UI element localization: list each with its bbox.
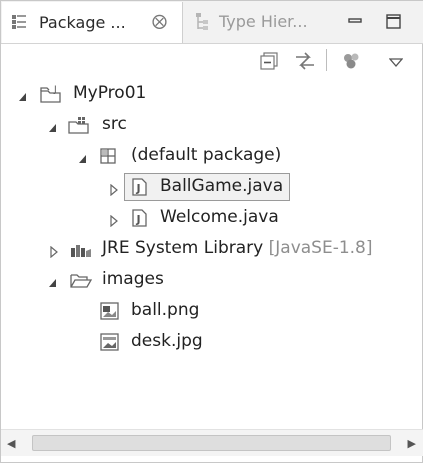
- tree-node-file[interactable]: J Welcome.java: [1, 203, 423, 233]
- jre-library-label: JRE System Library [JavaSE-1.8]: [102, 238, 373, 258]
- svg-text:J: J: [136, 213, 141, 226]
- tree-node-images-folder[interactable]: images: [1, 265, 423, 295]
- image-file-label: desk.jpg: [131, 331, 203, 351]
- svg-text:J: J: [136, 182, 141, 195]
- tree-node-src[interactable]: src: [1, 110, 423, 140]
- close-tab-icon[interactable]: ⨂: [152, 12, 167, 30]
- file-label: Welcome.java: [160, 207, 279, 227]
- jre-version-decoration: [JavaSE-1.8]: [268, 238, 373, 258]
- default-package-label: (default package): [131, 145, 282, 165]
- expanded-arrow-icon[interactable]: [48, 119, 58, 132]
- horizontal-scrollbar[interactable]: ◀ ▶: [1, 429, 423, 456]
- jre-library-name: JRE System Library: [102, 238, 264, 258]
- tab-type-hierarchy-label: Type Hier...: [219, 12, 308, 31]
- image-file-label: ball.png: [131, 300, 200, 320]
- tree-node-project[interactable]: J MyPro01: [1, 79, 423, 109]
- tree-node-image-file[interactable]: ball.png: [1, 296, 423, 326]
- view-tab-strip: Package ... ⨂ Type Hier...: [1, 1, 423, 44]
- focus-on-active-task-icon[interactable]: [341, 51, 363, 75]
- tree-node-image-file[interactable]: desk.jpg: [1, 327, 423, 357]
- type-hierarchy-icon: [193, 12, 211, 36]
- view-menu-icon[interactable]: [388, 53, 404, 72]
- collapsed-arrow-icon[interactable]: [109, 181, 119, 197]
- java-project-icon: J: [39, 84, 61, 104]
- image-file-icon: [99, 332, 121, 352]
- image-file-icon: [99, 301, 121, 321]
- file-label: BallGame.java: [160, 176, 284, 196]
- tab-package-explorer[interactable]: Package ... ⨂: [2, 2, 183, 43]
- expanded-arrow-icon[interactable]: [18, 88, 28, 101]
- svg-text:J: J: [53, 85, 57, 95]
- collapsed-arrow-icon[interactable]: [49, 243, 59, 259]
- collapse-all-icon[interactable]: [259, 51, 279, 75]
- scroll-left-icon[interactable]: ◀: [7, 437, 15, 450]
- minimize-icon[interactable]: [347, 13, 363, 33]
- view-toolbar: [1, 44, 423, 76]
- scrollbar-thumb[interactable]: [32, 435, 391, 451]
- maximize-icon[interactable]: [385, 13, 403, 35]
- expanded-arrow-icon[interactable]: [48, 274, 58, 287]
- tree-node-jre-library[interactable]: JRE System Library [JavaSE-1.8]: [1, 234, 423, 264]
- images-folder-label: images: [102, 269, 164, 289]
- collapsed-arrow-icon[interactable]: [109, 212, 119, 228]
- scroll-right-icon[interactable]: ▶: [408, 437, 416, 450]
- package-icon: [98, 146, 120, 166]
- project-label: MyPro01: [73, 83, 147, 103]
- java-file-icon: J: [129, 208, 151, 228]
- expanded-arrow-icon[interactable]: [78, 150, 88, 163]
- library-icon: [69, 239, 91, 259]
- package-explorer-icon: [10, 13, 28, 35]
- tab-package-explorer-label: Package ...: [39, 13, 126, 32]
- source-folder-icon: [67, 115, 89, 135]
- link-with-editor-icon[interactable]: [293, 51, 317, 75]
- tree-node-default-package[interactable]: (default package): [1, 141, 423, 171]
- project-tree: J MyPro01 src (default package) J BallGa…: [1, 79, 423, 425]
- tree-node-file[interactable]: J BallGame.java: [1, 172, 423, 202]
- java-file-icon: J: [129, 177, 151, 197]
- toolbar-separator: [326, 49, 327, 71]
- package-explorer-view: Package ... ⨂ Type Hier... J MyPro01 src…: [0, 0, 423, 463]
- open-folder-icon: [69, 270, 93, 290]
- src-label: src: [102, 114, 127, 134]
